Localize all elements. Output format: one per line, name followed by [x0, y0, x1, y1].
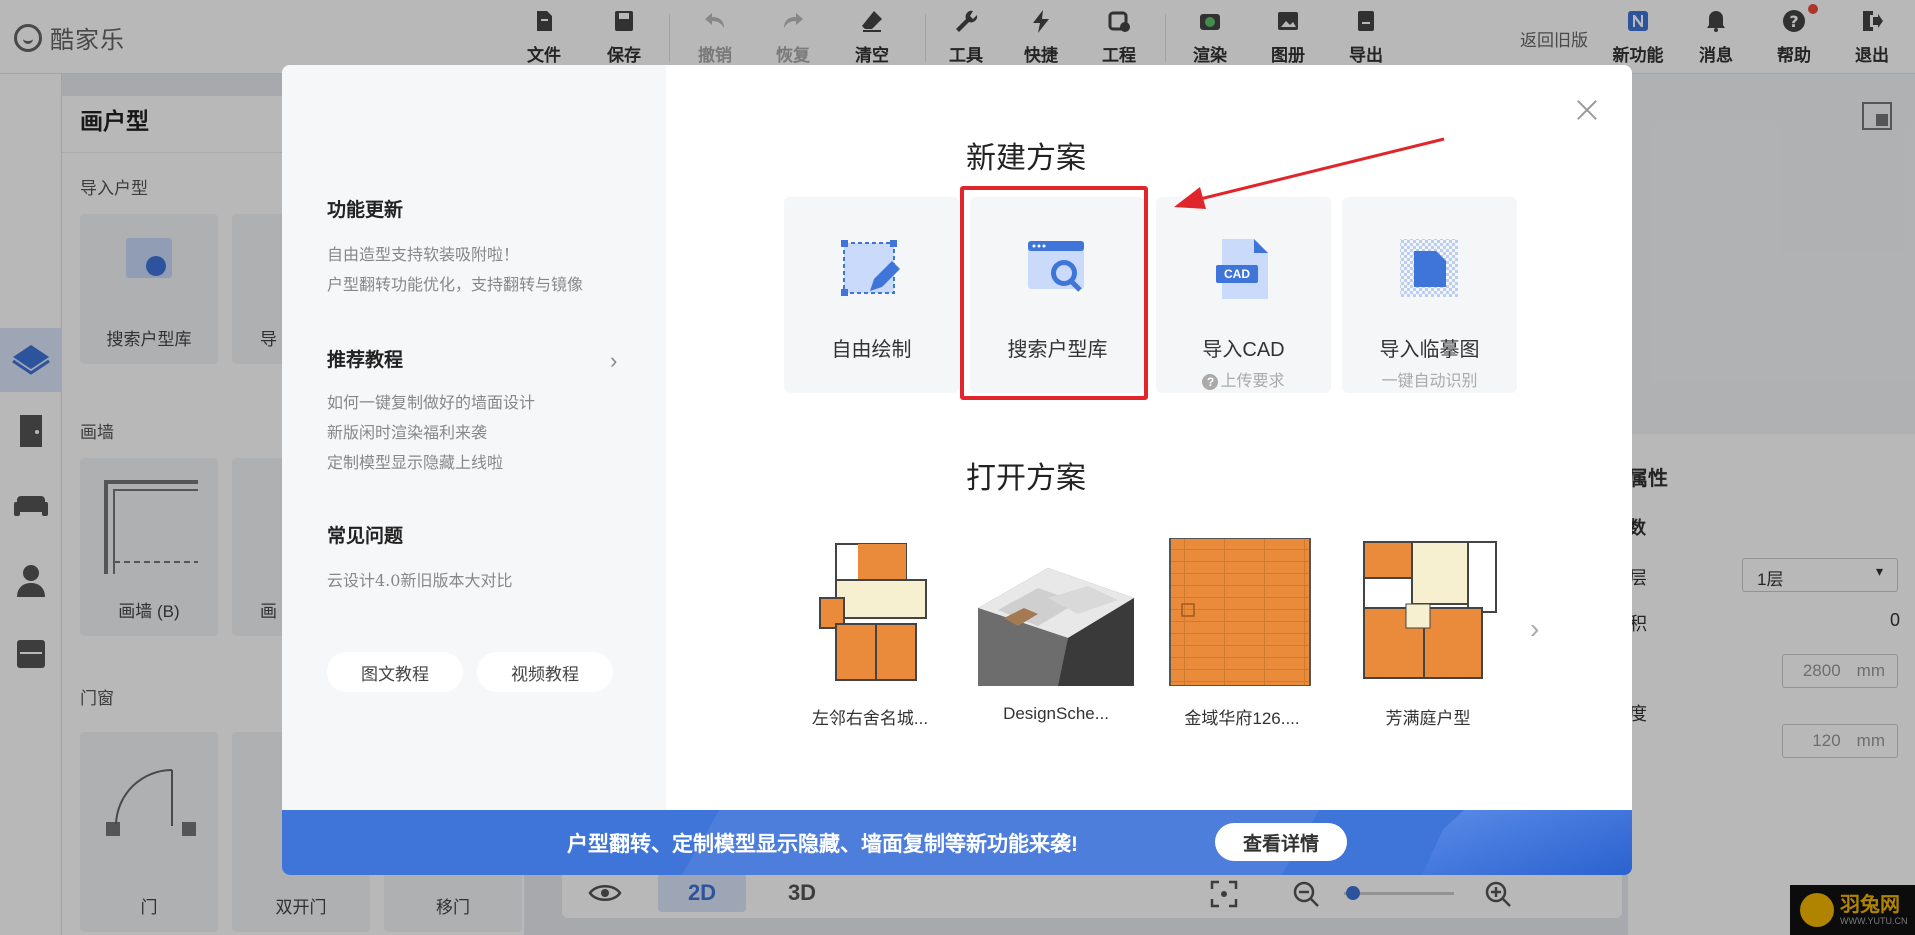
tutorial-item[interactable]: 定制模型显示隐藏上线啦	[327, 449, 503, 473]
new-project-heading: 新建方案	[966, 142, 1086, 175]
modal-news-sidebar: 功能更新 自由造型支持软装吸附啦！ 户型翻转功能优化，支持翻转与镜像 推荐教程 …	[282, 65, 666, 810]
faq-item[interactable]: 云设计4.0新旧版本大对比	[327, 567, 512, 591]
open-project-card[interactable]: 芳满庭户型	[1350, 538, 1506, 728]
text-tutorial-button[interactable]: 图文教程	[327, 652, 463, 692]
annotation-arrow-icon	[1174, 137, 1445, 209]
faq-title: 常见问题	[324, 521, 406, 550]
open-project-card[interactable]: 左邻右舍名城...	[792, 538, 948, 728]
new-import-cad-card[interactable]: CAD 导入CAD ? 上传要求	[1156, 197, 1331, 393]
view-details-button[interactable]: 查看详情	[1215, 823, 1347, 861]
feature-banner: 户型翻转、定制模型显示隐藏、墙面复制等新功能来袭! 查看详情	[282, 810, 1632, 875]
chevron-right-icon[interactable]: ›	[1530, 613, 1539, 645]
floorplan-thumbnail	[1350, 538, 1506, 686]
tutorial-item[interactable]: 新版闲时渲染福利来袭	[327, 419, 487, 443]
tutorial-item[interactable]: 如何一键复制做好的墙面设计	[327, 389, 535, 413]
upload-requirements-link[interactable]: ? 上传要求	[1156, 367, 1331, 391]
cad-file-icon: CAD	[1216, 239, 1268, 299]
question-icon: ?	[1202, 374, 1219, 390]
updates-title: 功能更新	[324, 195, 406, 224]
open-project-heading: 打开方案	[966, 462, 1086, 495]
trace-image-icon	[1400, 239, 1458, 297]
close-icon[interactable]	[1572, 95, 1602, 125]
wood-floor-thumbnail	[1169, 537, 1311, 687]
svg-text:CAD: CAD	[1224, 267, 1250, 281]
tutorials-title[interactable]: 推荐教程	[324, 345, 406, 374]
floorplan-thumbnail	[792, 538, 948, 686]
new-import-trace-card[interactable]: 导入临摹图 一键自动识别	[1342, 197, 1517, 393]
update-item[interactable]: 户型翻转功能优化，支持翻转与镜像	[327, 271, 583, 295]
update-item[interactable]: 自由造型支持软装吸附啦！	[327, 241, 519, 265]
open-project-card[interactable]: 金域华府126....	[1164, 537, 1320, 728]
search-floorplan-highlight-box	[960, 186, 1148, 400]
video-tutorial-button[interactable]: 视频教程	[477, 652, 613, 692]
open-project-card[interactable]: DesignSche...	[978, 538, 1134, 723]
new-project-modal: 功能更新 自由造型支持软装吸附啦！ 户型翻转功能优化，支持翻转与镜像 推荐教程 …	[282, 65, 1632, 875]
free-draw-icon	[841, 240, 900, 296]
chevron-right-icon[interactable]: ›	[610, 348, 617, 374]
3d-render-thumbnail	[978, 538, 1134, 686]
new-free-draw-card[interactable]: 自由绘制	[784, 197, 959, 393]
